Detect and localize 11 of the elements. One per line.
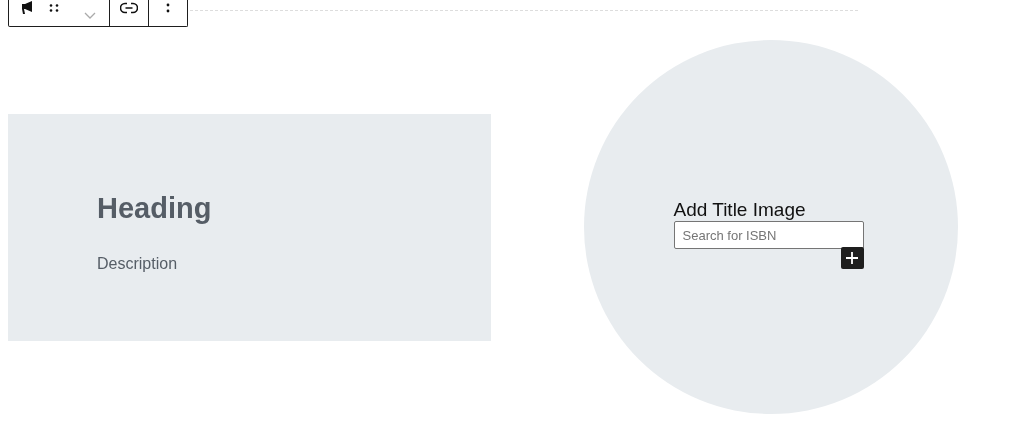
link-icon	[120, 2, 138, 14]
chevron-down-icon	[84, 11, 96, 19]
drag-icon	[49, 4, 59, 12]
heading: Heading	[97, 191, 212, 225]
more-vertical-icon	[166, 3, 170, 13]
description: Description	[97, 254, 178, 273]
add-title-image-label: Add Title Image	[673, 199, 806, 221]
plus-icon	[846, 252, 858, 264]
isbn-search-field[interactable]: Search for ISBN	[673, 221, 864, 249]
link-button[interactable]	[120, 0, 138, 16]
add-button[interactable]	[840, 247, 864, 269]
